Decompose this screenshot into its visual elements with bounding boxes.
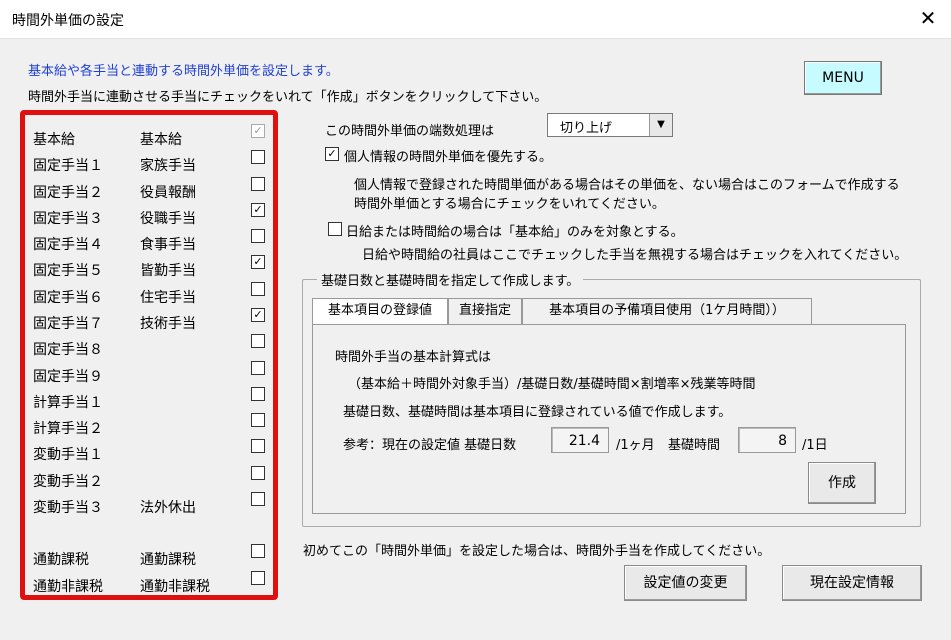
- formula-text: （基本給＋時間外対象手当）/基礎日数/基礎時間×割増率×残業等時間: [348, 377, 756, 392]
- groupbox-legend: 基礎日数と基礎時間を指定して作成します。: [317, 270, 584, 289]
- rounding-label: この時間外単価の端数処理は: [325, 124, 495, 139]
- dropdown-arrow-icon[interactable]: ▼: [649, 114, 672, 136]
- intro-line-2: 時間外手当に連動させる手当にチェックをいれて「作成」ボタンをクリックして下さい。: [28, 90, 548, 105]
- allowance-code: 固定手当７: [33, 316, 103, 332]
- daily-hourly-checkbox[interactable]: [328, 222, 342, 236]
- allowance-code: 固定手当９: [33, 369, 103, 385]
- allowance-name: 法外休出: [140, 500, 196, 516]
- title-bar: 時間外単価の設定 ✕: [0, 0, 951, 39]
- rounding-value: 切り上げ: [560, 121, 613, 136]
- allowance-checkbox-11[interactable]: [251, 413, 265, 427]
- days-unit: /1ヶ月: [616, 438, 655, 453]
- allowance-code: 固定手当５: [33, 263, 103, 279]
- hours-unit: /1日: [802, 438, 828, 453]
- allowance-checkbox-10[interactable]: [251, 387, 265, 401]
- allowance-code: 固定手当４: [33, 237, 103, 253]
- allowance-name: 皆勤手当: [140, 263, 196, 279]
- allowance-checkbox-5[interactable]: ✓: [251, 255, 265, 269]
- allowance-code: 変動手当１: [33, 447, 103, 463]
- tab-registered-values[interactable]: 基本項目の登録値: [312, 298, 448, 326]
- allowance-checkbox-1[interactable]: [251, 150, 265, 164]
- allowance-name: 役員報酬: [140, 185, 196, 201]
- current-settings-button[interactable]: 現在設定情報: [782, 565, 922, 601]
- allowance-name: 通勤課税: [140, 552, 196, 568]
- intro-line-1: 基本給や各手当と連動する時間外単価を設定します。: [28, 64, 339, 79]
- footer-note: 初めてこの「時間外単価」を設定した場合は、時間外手当を作成してください。: [303, 544, 771, 559]
- allowance-checkbox-13[interactable]: [251, 466, 265, 480]
- allowance-code: 計算手当１: [33, 395, 103, 411]
- base-hours-field[interactable]: 8: [738, 427, 796, 453]
- reference-label: 参考：現在の設定値 基礎日数: [343, 438, 517, 453]
- allowance-checkbox-2[interactable]: [251, 177, 265, 191]
- change-settings-button[interactable]: 設定値の変更: [624, 565, 747, 601]
- allowance-checkbox-6[interactable]: [251, 282, 265, 296]
- allowance-code: 変動手当３: [33, 500, 103, 516]
- close-icon[interactable]: ✕: [917, 6, 939, 30]
- allowance-code: 固定手当３: [33, 211, 103, 227]
- allowance-name: 通勤非課税: [140, 579, 210, 595]
- window-title: 時間外単価の設定: [12, 13, 124, 29]
- create-button[interactable]: 作成: [808, 462, 876, 504]
- allowance-name: 役職手当: [140, 211, 196, 227]
- allowance-code: 基本給: [33, 132, 75, 148]
- tab-direct-input[interactable]: 直接指定: [448, 298, 522, 325]
- personal-priority-label: 個人情報の時間外単価を優先する。: [344, 150, 553, 165]
- allowance-name: 技術手当: [140, 316, 196, 332]
- personal-priority-note-1: 個人情報で登録された時間単価がある場合はその単価を、ない場合はこのフォームで作成…: [354, 178, 900, 193]
- allowance-checkbox-4[interactable]: [251, 229, 265, 243]
- allowance-checkbox-16[interactable]: [251, 571, 265, 585]
- panel-description: 基礎日数、基礎時間は基本項目に登録されている値で作成します。: [343, 405, 732, 420]
- allowance-code: 固定手当１: [33, 158, 103, 174]
- daily-hourly-label: 日給または時間給の場合は「基本給」のみを対象とする。: [346, 225, 684, 240]
- allowance-checkbox-7[interactable]: ✓: [251, 308, 265, 322]
- allowance-code: 通勤課税: [33, 552, 89, 568]
- allowance-checkbox-9[interactable]: [251, 361, 265, 375]
- allowance-name: 家族手当: [140, 158, 196, 174]
- hours-label: 基礎時間: [668, 438, 721, 453]
- allowance-checkbox-14[interactable]: [251, 492, 265, 506]
- allowance-name: 食事手当: [140, 237, 196, 253]
- allowance-code: 通勤非課税: [33, 579, 103, 595]
- allowance-checkbox-8[interactable]: [251, 334, 265, 348]
- allowance-name: 基本給: [140, 132, 182, 148]
- allowance-name: 住宅手当: [140, 290, 196, 306]
- allowance-code: 変動手当２: [33, 474, 103, 490]
- allowance-checkbox-3[interactable]: ✓: [251, 203, 265, 217]
- allowance-code: 固定手当２: [33, 185, 103, 201]
- allowance-checkbox-12[interactable]: [251, 439, 265, 453]
- allowance-checkbox-15[interactable]: [251, 544, 265, 558]
- personal-priority-note-2: 時間外単価とする場合にチェックをいれてください。: [354, 197, 665, 212]
- formula-title: 時間外手当の基本計算式は: [335, 350, 492, 365]
- allowance-code: 固定手当８: [33, 342, 103, 358]
- allowance-checkbox-0: ✓: [251, 124, 265, 138]
- personal-priority-checkbox[interactable]: ✓: [325, 147, 339, 161]
- allowance-code: 計算手当２: [33, 421, 103, 437]
- menu-button[interactable]: MENU: [804, 61, 882, 95]
- rounding-select[interactable]: 切り上げ ▼: [547, 113, 673, 137]
- allowance-code: 固定手当６: [33, 290, 103, 306]
- base-days-field[interactable]: 21.4: [551, 427, 609, 453]
- daily-hourly-note: 日給や時間給の社員はここでチェックした手当を無視する場合はチェックを入れてくださ…: [362, 248, 908, 263]
- tab-spare-item[interactable]: 基本項目の予備項目使用（1ケ月時間））: [522, 298, 812, 325]
